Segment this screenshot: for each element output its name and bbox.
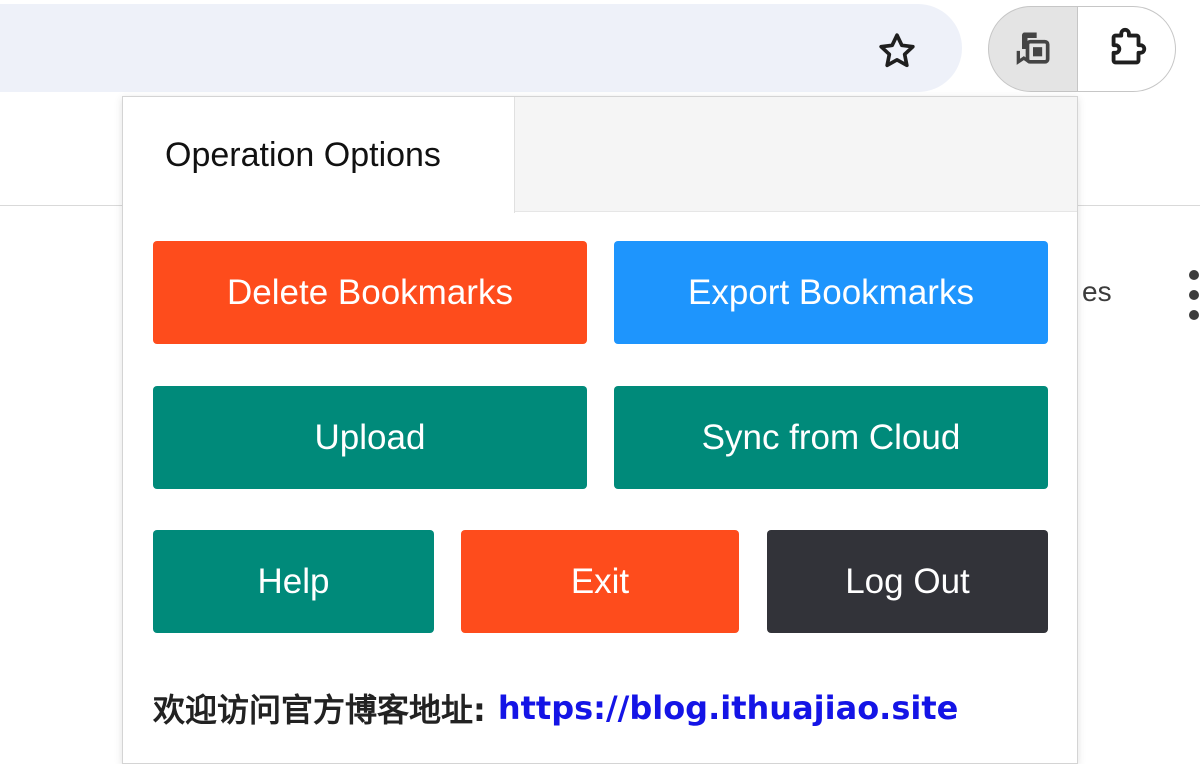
more-options-icon[interactable] <box>1188 270 1200 320</box>
footer-welcome-text: 欢迎访问官方博客地址: <box>153 691 486 729</box>
extensions-puzzle-icon[interactable] <box>1078 6 1176 92</box>
address-bar[interactable] <box>0 4 962 92</box>
log-out-button[interactable]: Log Out <box>767 530 1048 633</box>
bookmark-extension-icon[interactable] <box>988 6 1078 92</box>
sync-from-cloud-button[interactable]: Sync from Cloud <box>614 386 1048 489</box>
help-button[interactable]: Help <box>153 530 434 633</box>
extension-popup: Operation Options Delete Bookmarks Expor… <box>122 96 1078 764</box>
exit-button[interactable]: Exit <box>461 530 739 633</box>
delete-bookmarks-button[interactable]: Delete Bookmarks <box>153 241 587 344</box>
upload-button[interactable]: Upload <box>153 386 587 489</box>
blog-link[interactable]: https://blog.ithuajiao.site <box>498 689 959 727</box>
background-partial-text: es <box>1082 276 1112 307</box>
bookmark-star-icon[interactable] <box>872 26 922 76</box>
browser-window: es Operation Options Delete Bookmarks Ex… <box>0 0 1200 764</box>
tab-operation-options[interactable]: Operation Options <box>123 97 515 213</box>
tab-strip: Operation Options <box>123 97 1077 213</box>
export-bookmarks-button[interactable]: Export Bookmarks <box>614 241 1048 344</box>
blog-footer: 欢迎访问官方博客地址: https://blog.ithuajiao.site <box>153 673 1047 743</box>
